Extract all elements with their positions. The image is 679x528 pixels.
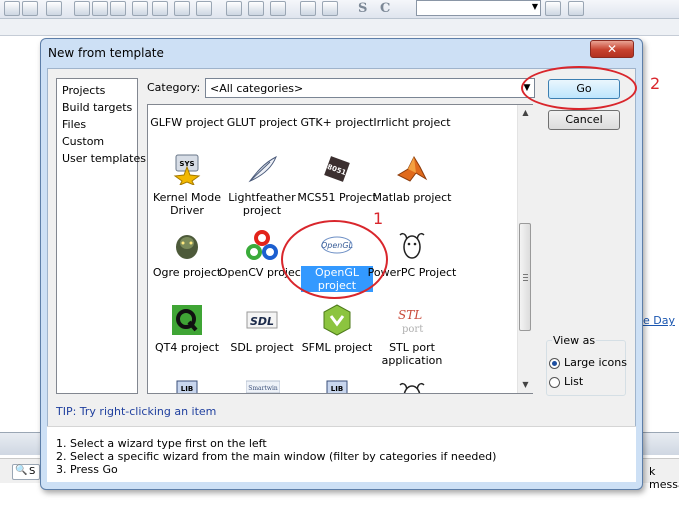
instructions-panel: 1. Select a wizard type first on the lef… xyxy=(47,426,636,482)
svg-text:LIB: LIB xyxy=(331,385,343,393)
scroll-down-icon[interactable]: ▼ xyxy=(518,377,533,392)
gnu-icon xyxy=(396,379,428,393)
find-icon[interactable] xyxy=(545,1,561,16)
toolbar-combo[interactable]: ▼ xyxy=(416,0,541,16)
instruction-line: 1. Select a wizard type first on the lef… xyxy=(56,437,267,450)
template-stl-port[interactable]: STL port application xyxy=(366,341,458,367)
category-value: <All categories> xyxy=(210,82,304,95)
instruction-line: 2. Select a specific wizard from the mai… xyxy=(56,450,497,463)
toolbar-button[interactable] xyxy=(4,1,20,16)
list-item-user-templates[interactable]: User templates xyxy=(62,152,146,165)
annotation-label-1: 1 xyxy=(373,209,384,228)
svg-text:LIB: LIB xyxy=(181,385,193,393)
scroll-up-icon[interactable]: ▲ xyxy=(518,105,533,120)
toolbar-button[interactable] xyxy=(22,1,38,16)
feather-icon xyxy=(246,153,278,185)
template-irrlicht[interactable]: Irrlicht project xyxy=(366,116,458,129)
toolbar-button[interactable] xyxy=(226,1,242,16)
toolbar-button[interactable] xyxy=(152,1,168,16)
svg-text:Smartwin: Smartwin xyxy=(248,385,278,392)
list-item-projects[interactable]: Projects xyxy=(62,84,105,97)
qt-icon xyxy=(171,304,203,336)
svg-text:SDL: SDL xyxy=(250,315,274,328)
grip-line xyxy=(523,277,528,278)
grip-line xyxy=(523,280,528,281)
ogre-icon xyxy=(171,229,203,261)
category-select[interactable]: <All categories> ▼ xyxy=(205,78,535,98)
large-icons-label[interactable]: Large icons xyxy=(564,356,627,369)
toolbar-button[interactable] xyxy=(74,1,90,16)
category-label: Category: xyxy=(147,81,201,94)
main-toolbar: S C ▼ xyxy=(0,0,679,19)
instruction-line: 3. Press Go xyxy=(56,463,118,476)
toolbar-button[interactable] xyxy=(92,1,108,16)
svg-text:STL: STL xyxy=(398,308,422,322)
chip-icon: 8051 xyxy=(321,153,353,185)
opencv-icon xyxy=(246,229,278,261)
toolbar-button[interactable] xyxy=(174,1,190,16)
list-item-custom[interactable]: Custom xyxy=(62,135,104,148)
template-matlab[interactable]: Matlab project xyxy=(366,191,458,204)
list-item-files[interactable]: Files xyxy=(62,118,86,131)
stlport-icon: STL port xyxy=(396,304,428,336)
debug-icon[interactable] xyxy=(568,1,584,16)
list-radio[interactable] xyxy=(549,377,560,388)
chevron-down-icon: ▼ xyxy=(531,2,538,11)
list-item-build-targets[interactable]: Build targets xyxy=(62,101,132,114)
annotation-label-2: 2 xyxy=(650,74,661,93)
kernel-driver-icon: SYS xyxy=(171,153,203,186)
toolbar-button[interactable] xyxy=(46,1,62,16)
scrollbar-thumb[interactable] xyxy=(519,223,531,331)
list-label[interactable]: List xyxy=(564,375,583,388)
smartwin-icon: Smartwin xyxy=(245,379,281,393)
toolbar-button[interactable] xyxy=(110,1,126,16)
template-type-list: Projects Build targets Files Custom User… xyxy=(56,78,146,394)
background-link[interactable]: e Day xyxy=(643,314,675,327)
library-icon: LIB xyxy=(321,379,353,393)
close-button[interactable]: ✕ xyxy=(590,40,634,58)
log-tab-label[interactable]: k messa xyxy=(649,465,679,491)
annotation-circle-opengl xyxy=(281,220,388,299)
toolbar-button[interactable] xyxy=(270,1,286,16)
zoom-in-icon[interactable] xyxy=(300,1,316,16)
annotation-circle-go xyxy=(521,66,637,110)
convert-icon[interactable]: C xyxy=(380,1,390,16)
library-icon: LIB xyxy=(171,379,203,393)
matlab-icon xyxy=(396,153,428,185)
toolbar-button[interactable] xyxy=(132,1,148,16)
svg-text:port: port xyxy=(402,324,423,335)
toolbar-button[interactable] xyxy=(248,1,264,16)
search-icon: 🔍 xyxy=(15,465,28,476)
tip-text: TIP: Try right-clicking an item xyxy=(56,405,217,418)
sdl-icon: SDL xyxy=(246,304,278,336)
tab-label: S xyxy=(29,466,36,477)
cancel-button[interactable]: Cancel xyxy=(548,110,620,130)
view-as-legend: View as xyxy=(552,334,597,347)
toolbar-button[interactable] xyxy=(196,1,212,16)
template-grid-scrollbar[interactable]: ▲ ▼ xyxy=(517,105,533,393)
zoom-out-icon[interactable] xyxy=(322,1,338,16)
secondary-toolbar xyxy=(0,19,679,36)
sfml-icon xyxy=(321,304,353,336)
grip-line xyxy=(523,274,528,275)
search-results-tab[interactable]: 🔍 S xyxy=(12,464,40,480)
strikeout-icon[interactable]: S xyxy=(358,1,367,16)
gnu-icon xyxy=(396,229,428,261)
dialog-title: New from template xyxy=(48,46,164,60)
large-icons-radio[interactable] xyxy=(549,358,560,369)
